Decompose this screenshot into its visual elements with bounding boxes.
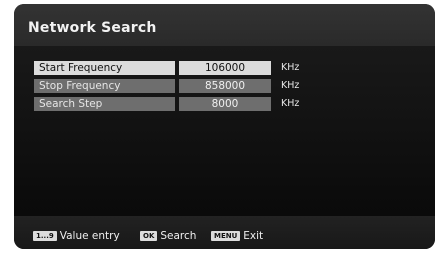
value-entry-text: Value entry (59, 230, 120, 242)
search-step-label: Search Step (34, 97, 175, 111)
page-title: Network Search (28, 20, 157, 36)
start-frequency-unit: KHz (281, 62, 300, 73)
stop-frequency-label: Stop Frequency (34, 79, 175, 93)
tv-menu-panel: Network Search Start Frequency 106000 KH… (14, 4, 435, 249)
exit-hint: MENU Exit (211, 230, 263, 242)
ok-key-icon: OK (140, 231, 158, 241)
start-frequency-label: Start Frequency (34, 61, 175, 75)
value-entry-hint: 1...9 Value entry (33, 230, 120, 242)
footer-hints: 1...9 Value entry OK Search MENU Exit (14, 216, 435, 249)
menu-key-icon: MENU (211, 231, 241, 241)
exit-text: Exit (243, 230, 264, 242)
stop-frequency-field[interactable]: 858000 (179, 79, 271, 93)
search-step-field[interactable]: 8000 (179, 97, 271, 111)
settings-area: Start Frequency 106000 KHz Stop Frequenc… (14, 46, 435, 216)
stop-frequency-unit: KHz (281, 80, 300, 91)
start-frequency-field[interactable]: 106000 (179, 61, 271, 75)
number-keys-icon: 1...9 (33, 231, 57, 241)
search-hint: OK Search (140, 230, 196, 242)
search-step-unit: KHz (281, 98, 300, 109)
title-bar: Network Search (14, 4, 435, 46)
search-text: Search (160, 230, 197, 242)
